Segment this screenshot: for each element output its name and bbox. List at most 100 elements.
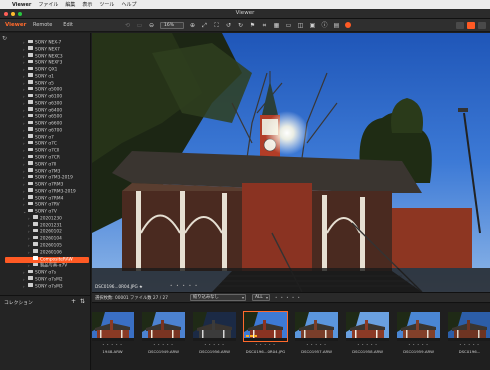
folder-item[interactable]: › SONY α7II bbox=[0, 161, 90, 169]
menu-help[interactable]: ヘルプ bbox=[121, 1, 136, 8]
chevron-right-icon[interactable]: › bbox=[28, 243, 30, 250]
chevron-right-icon[interactable]: › bbox=[23, 121, 25, 128]
folder-item[interactable]: › SONY α7 bbox=[0, 134, 90, 142]
folder-item[interactable]: › 20260105 bbox=[0, 242, 90, 250]
chevron-right-icon[interactable]: › bbox=[23, 74, 25, 81]
menu-file[interactable]: ファイル bbox=[38, 1, 58, 8]
thumbnail-rating[interactable]: • • • • • bbox=[343, 343, 392, 347]
thumbnail-rating[interactable]: • • • • • bbox=[445, 343, 490, 347]
chevron-right-icon[interactable]: › bbox=[23, 128, 25, 135]
chevron-right-icon[interactable]: › bbox=[23, 114, 25, 121]
thumbnail-rating[interactable]: • • • • • bbox=[241, 343, 290, 347]
chevron-right-icon[interactable]: › bbox=[23, 270, 25, 277]
filter-dropdown[interactable]: 絞り込みなし bbox=[190, 294, 246, 301]
folder-item[interactable]: › SONY α7RM3 bbox=[0, 181, 90, 189]
folder-item[interactable]: › SONY α7M3 bbox=[0, 168, 90, 176]
chevron-right-icon[interactable]: › bbox=[23, 169, 25, 176]
folder-item[interactable]: › SONY NEX7 bbox=[0, 46, 90, 54]
folder-item[interactable]: › SONY α7C bbox=[0, 140, 90, 148]
chevron-right-icon[interactable]: › bbox=[23, 135, 25, 142]
folder-item[interactable]: › SONY α7s bbox=[0, 269, 90, 277]
histogram-icon[interactable]: ▭ bbox=[285, 22, 292, 29]
chevron-right-icon[interactable]: › bbox=[23, 189, 25, 196]
zoom-out-icon[interactable]: ⊖ bbox=[148, 22, 155, 29]
thumbnail-rating[interactable]: • • • • • bbox=[394, 343, 443, 347]
thumbnail-rating[interactable]: • • • • • bbox=[190, 343, 239, 347]
folder-item[interactable]: › SONY α7CII bbox=[0, 147, 90, 155]
tab-remote[interactable]: Remote bbox=[33, 22, 52, 28]
thumbnail[interactable]: • • • • • DSC0196... bbox=[445, 310, 490, 366]
folder-item[interactable]: › 20201231 bbox=[0, 222, 90, 230]
chevron-right-icon[interactable]: › bbox=[28, 250, 30, 257]
chevron-right-icon[interactable]: › bbox=[23, 54, 25, 61]
chevron-right-icon[interactable]: › bbox=[23, 108, 25, 115]
folder-item[interactable]: › SONY α5 bbox=[0, 80, 90, 88]
flag-icon[interactable]: ⚑ bbox=[249, 22, 256, 29]
folder-item[interactable]: › SONY NEXC3 bbox=[0, 53, 90, 61]
folder-item[interactable]: › 20260106 bbox=[0, 249, 90, 257]
menu-app-name[interactable]: Viewer bbox=[12, 2, 31, 8]
thumbnail[interactable]: • • • • • DSC01956.ARW bbox=[190, 310, 239, 366]
rotate-icon[interactable]: ⟲ bbox=[124, 22, 131, 29]
crop-icon[interactable]: ⌗ bbox=[261, 22, 268, 29]
folder-item[interactable]: › SONY α7sM3 bbox=[0, 283, 90, 291]
thumbnail[interactable]: • • • • • DSC01959.ARW bbox=[394, 310, 443, 366]
rating-filter-stars[interactable]: • • • • • bbox=[275, 295, 301, 300]
folder-item[interactable]: › SONY α1 bbox=[0, 73, 90, 81]
chevron-right-icon[interactable]: › bbox=[23, 148, 25, 155]
folder-item[interactable]: › SONY α6100 bbox=[0, 93, 90, 101]
chevron-right-icon[interactable]: › bbox=[23, 101, 25, 108]
single-view-button[interactable] bbox=[467, 22, 475, 29]
folder-item[interactable]: CompositeRAW bbox=[5, 256, 89, 264]
folder-item[interactable]: › SONY NEX-7 bbox=[0, 39, 90, 47]
chevron-right-icon[interactable]: › bbox=[28, 229, 30, 236]
chevron-right-icon[interactable]: › bbox=[23, 196, 25, 203]
menu-tools[interactable]: ツール bbox=[99, 1, 114, 8]
chevron-right-icon[interactable]: › bbox=[23, 162, 25, 169]
thumbnail[interactable]: • • • • • DSC01958.ARW bbox=[343, 310, 392, 366]
zoom-select[interactable]: 16% bbox=[159, 21, 184, 29]
compare-icon[interactable]: ▭ bbox=[136, 22, 143, 29]
tab-edit[interactable]: Edit bbox=[63, 22, 73, 28]
thumbnail-rating[interactable]: • • • • • bbox=[292, 343, 341, 347]
chevron-right-icon[interactable]: › bbox=[23, 47, 25, 54]
chevron-right-icon[interactable]: › bbox=[23, 40, 25, 47]
thumbnail-rating[interactable]: • • • • • bbox=[139, 343, 188, 347]
sort-collection-icon[interactable]: ⇅ bbox=[80, 298, 85, 305]
fill-icon[interactable]: ⛶ bbox=[213, 22, 220, 29]
fit-icon[interactable]: ⤢ bbox=[201, 22, 208, 29]
chevron-right-icon[interactable]: › bbox=[23, 175, 25, 182]
image-icon[interactable]: ▣ bbox=[309, 22, 316, 29]
chevron-right-icon[interactable]: › bbox=[23, 141, 25, 148]
menu-edit[interactable]: 編集 bbox=[65, 1, 75, 8]
chevron-right-icon[interactable]: › bbox=[23, 277, 25, 284]
chevron-right-icon[interactable]: › bbox=[23, 94, 25, 101]
chevron-right-icon[interactable]: › bbox=[28, 236, 30, 243]
folder-item[interactable]: › SONY α7RM3-2019 bbox=[0, 188, 90, 196]
folder-item[interactable]: › 20201230 bbox=[0, 215, 90, 223]
grid-view-button[interactable] bbox=[456, 22, 464, 29]
add-collection-icon[interactable]: + bbox=[71, 298, 76, 305]
folder-item[interactable]: › SONY α6600 bbox=[0, 120, 90, 128]
overlay-icon[interactable]: ▤ bbox=[333, 22, 340, 29]
thumbnail[interactable]: • • • • • DSC01949.ARW bbox=[139, 310, 188, 366]
folder-item[interactable]: › SONY α7CR bbox=[0, 154, 90, 162]
menu-view[interactable]: 表示 bbox=[82, 1, 92, 8]
folder-item[interactable]: › SONY QX1 bbox=[0, 66, 90, 74]
chevron-right-icon[interactable]: › bbox=[23, 60, 25, 67]
image-rating[interactable]: • • • • • bbox=[170, 283, 199, 288]
folder-item[interactable]: › SONY α7sM2 bbox=[0, 276, 90, 284]
folder-item[interactable]: › SONY α6300 bbox=[0, 100, 90, 108]
image-viewer[interactable]: DSC0196...0R04.JPG ★ • • • • • bbox=[92, 33, 490, 292]
thumbnail[interactable]: • • • • • DSC0196...0R04.JPG bbox=[241, 310, 290, 366]
chevron-right-icon[interactable]: › bbox=[23, 155, 25, 162]
record-icon[interactable] bbox=[344, 22, 351, 28]
zoom-in-icon[interactable]: ⊕ bbox=[189, 22, 196, 29]
rotate-right-icon[interactable]: ↻ bbox=[237, 22, 244, 29]
rating-filter-dropdown[interactable]: ALL bbox=[252, 294, 270, 301]
grid-overlay-icon[interactable]: ▦ bbox=[273, 22, 280, 29]
folder-item[interactable]: › SONY α6400 bbox=[0, 107, 90, 115]
chevron-down-icon[interactable]: ⌄ bbox=[23, 209, 26, 216]
folder-item[interactable]: › SONY α7RM4 bbox=[0, 195, 90, 203]
chevron-right-icon[interactable]: › bbox=[28, 216, 30, 223]
